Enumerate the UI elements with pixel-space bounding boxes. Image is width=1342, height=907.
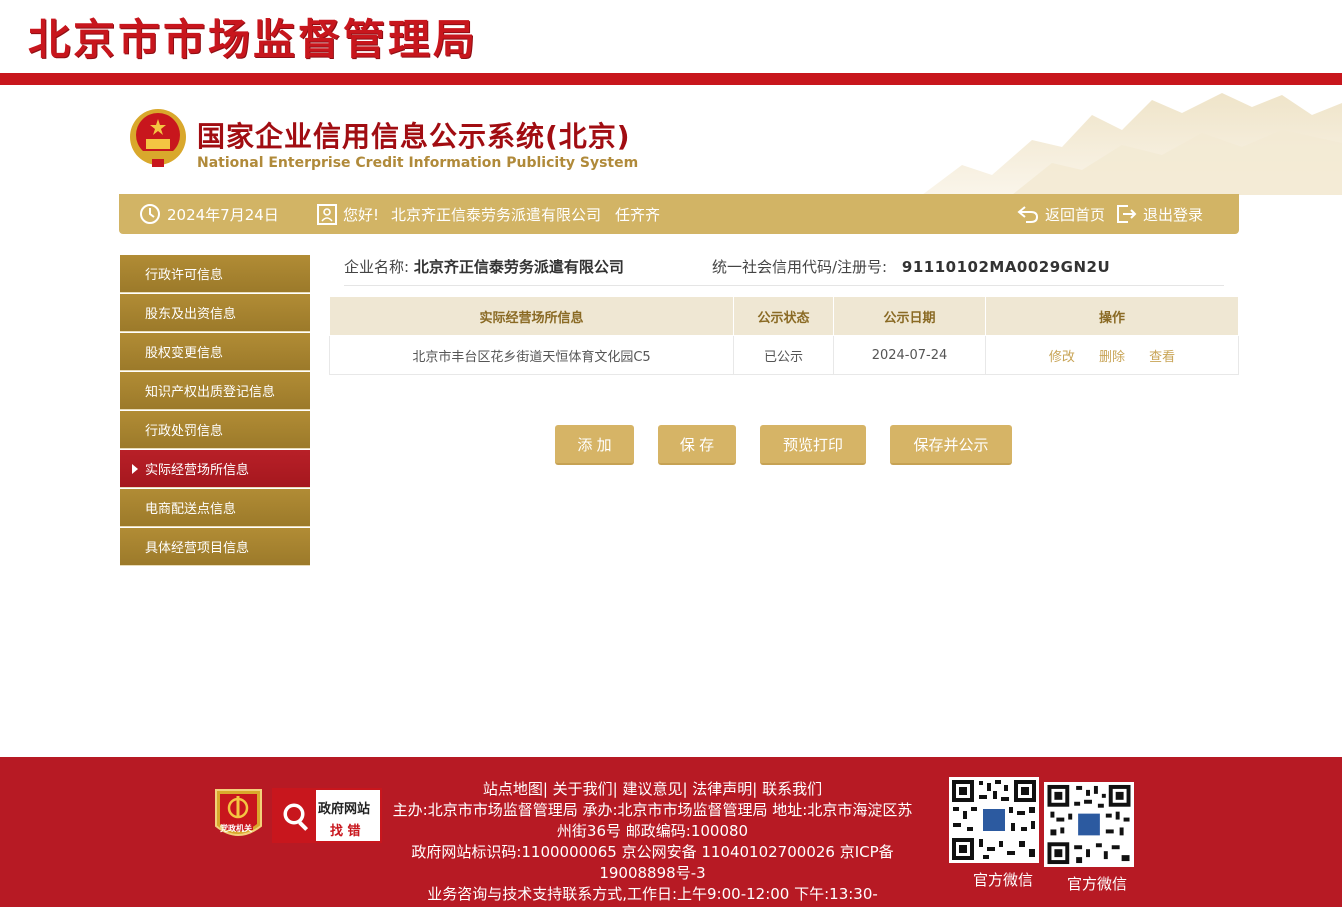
system-title: 国家企业信用信息公示系统(北京)	[197, 120, 631, 153]
sidebar-item-business-premises[interactable]: 实际经营场所信息	[120, 450, 310, 488]
sidebar-nav: 行政许可信息 股东及出资信息 股权变更信息 知识产权出质登记信息 行政处罚信息 …	[120, 255, 310, 567]
system-header: 国家企业信用信息公示系统(北京) National Enterprise Cre…	[0, 85, 1342, 195]
qr-label-wechat-2: 官方微信	[1067, 875, 1128, 893]
agency-title: 北京市市场监督管理局	[28, 15, 479, 64]
company-name-row: 企业名称: 北京齐正信泰劳务派遣有限公司	[344, 256, 624, 277]
logout-label: 退出登录	[1143, 205, 1204, 224]
column-header: 公示状态	[733, 296, 834, 336]
party-badge-label: 党政机关	[220, 824, 252, 833]
table-header-row: 实际经营场所信息 公示状态 公示日期 操作	[329, 296, 1239, 336]
logged-in-company: 北京齐正信泰劳务派遣有限公司	[391, 205, 602, 224]
column-header: 公示日期	[833, 296, 986, 336]
active-arrow-icon	[132, 464, 138, 474]
sidebar-item-ecommerce-delivery[interactable]: 电商配送点信息	[120, 489, 310, 527]
date-display: 2024年7月24日	[139, 194, 279, 234]
sidebar-item-label: 知识产权出质登记信息	[145, 385, 276, 400]
sidebar-item-label: 行政许可信息	[145, 268, 224, 283]
national-emblem-icon	[130, 109, 186, 167]
qr-code-icon	[949, 777, 1039, 863]
user-card-icon	[317, 204, 337, 225]
home-link[interactable]: 返回首页	[1017, 194, 1105, 234]
column-header: 操作	[985, 296, 1239, 336]
logout-link[interactable]: 退出登录	[1115, 194, 1203, 234]
preview-print-button[interactable]: 预览打印	[760, 425, 866, 465]
save-publish-button[interactable]: 保存并公示	[890, 425, 1012, 465]
delete-link[interactable]: 删除	[1099, 350, 1125, 365]
qr-code-icon	[1044, 782, 1134, 867]
edit-link[interactable]: 修改	[1049, 350, 1075, 365]
user-info-bar: 2024年7月24日 您好! 北京齐正信泰劳务派遣有限公司 任齐齐 返回首页 退…	[119, 194, 1239, 234]
save-button[interactable]: 保 存	[658, 425, 736, 465]
premises-table: 实际经营场所信息 公示状态 公示日期 操作 北京市丰台区花乡街道天恒体育文化园C…	[329, 296, 1239, 375]
sidebar-item-label: 电商配送点信息	[145, 502, 237, 517]
footer-links[interactable]: 站点地图| 关于我们| 建议意见| 法律声明| 联系我们	[390, 779, 915, 800]
greeting-text: 您好!	[343, 205, 380, 224]
top-banner: 北京市市场监督管理局	[0, 0, 1342, 85]
footer-info: 站点地图| 关于我们| 建议意见| 法律声明| 联系我们 主办:北京市市场监督管…	[390, 779, 915, 905]
return-icon	[1017, 206, 1039, 223]
clock-icon	[140, 204, 160, 224]
footer: 党政机关 政府网站 找 错 站点地图| 关于我们| 建议意见| 法律声明| 联系…	[0, 757, 1342, 907]
logged-in-user: 任齐齐	[615, 205, 661, 224]
content-divider	[344, 285, 1224, 286]
view-link[interactable]: 查看	[1149, 350, 1175, 365]
company-name-label: 企业名称:	[344, 258, 410, 276]
footer-registration: 政府网站标识码:1100000065 京公网安备 11040102700026 …	[411, 843, 894, 882]
user-greeting: 您好! 北京齐正信泰劳务派遣有限公司 任齐齐	[317, 194, 660, 234]
qr-label-wechat-1: 官方微信	[973, 871, 1034, 889]
sidebar-item-label: 股权变更信息	[145, 346, 224, 361]
sidebar-item-label: 具体经营项目信息	[145, 541, 250, 556]
sidebar-item-shareholders[interactable]: 股东及出资信息	[120, 294, 310, 332]
current-date: 2024年7月24日	[167, 205, 279, 224]
sidebar-item-admin-penalty[interactable]: 行政处罚信息	[120, 411, 310, 449]
actions-cell: 修改 删除 查看	[985, 335, 1239, 375]
banner-red-line	[0, 73, 1342, 85]
sidebar-item-equity-change[interactable]: 股权变更信息	[120, 333, 310, 371]
magnifier-icon	[274, 790, 316, 841]
table-row: 北京市丰台区花乡街道天恒体育文化园C5 已公示 2024-07-24 修改 删除…	[329, 335, 1239, 375]
system-title-en: National Enterprise Credit Information P…	[197, 155, 639, 171]
add-button[interactable]: 添 加	[555, 425, 634, 465]
gov-badge-sub: 找 错	[330, 824, 361, 839]
column-header: 实际经营场所信息	[329, 296, 734, 336]
home-label: 返回首页	[1045, 205, 1106, 224]
sidebar-item-business-projects[interactable]: 具体经营项目信息	[120, 528, 310, 566]
sidebar-item-label: 实际经营场所信息	[145, 463, 250, 478]
credit-code-row: 统一社会信用代码/注册号: 91110102MA0029GN2U	[712, 256, 1110, 277]
sidebar-item-label: 股东及出资信息	[145, 307, 237, 322]
address-cell: 北京市丰台区花乡街道天恒体育文化园C5	[329, 335, 734, 375]
sidebar-item-ip-pledge[interactable]: 知识产权出质登记信息	[120, 372, 310, 410]
date-cell: 2024-07-24	[833, 335, 986, 375]
credit-code-value: 91110102MA0029GN2U	[901, 258, 1111, 276]
party-emblem-icon	[215, 789, 262, 836]
party-agency-badge[interactable]: 党政机关	[212, 784, 265, 844]
gov-site-error-badge[interactable]: 政府网站 找 错	[272, 788, 382, 843]
footer-sponsor: 主办:北京市市场监督管理局 承办:北京市市场监督管理局 地址:北京市海淀区苏州街…	[392, 801, 913, 840]
sidebar-item-label: 行政处罚信息	[145, 424, 224, 439]
mountain-decoration	[922, 93, 1342, 195]
gov-badge-title: 政府网站	[318, 802, 371, 817]
logout-icon	[1117, 205, 1137, 223]
sidebar-item-admin-license[interactable]: 行政许可信息	[120, 255, 310, 293]
footer-contact: 业务咨询与技术支持联系方式,工作日:上午9:00-12:00 下午:13:30-	[427, 885, 878, 903]
credit-code-label: 统一社会信用代码/注册号:	[712, 258, 888, 276]
status-cell: 已公示	[733, 335, 834, 375]
company-name-value: 北京齐正信泰劳务派遣有限公司	[413, 258, 624, 276]
